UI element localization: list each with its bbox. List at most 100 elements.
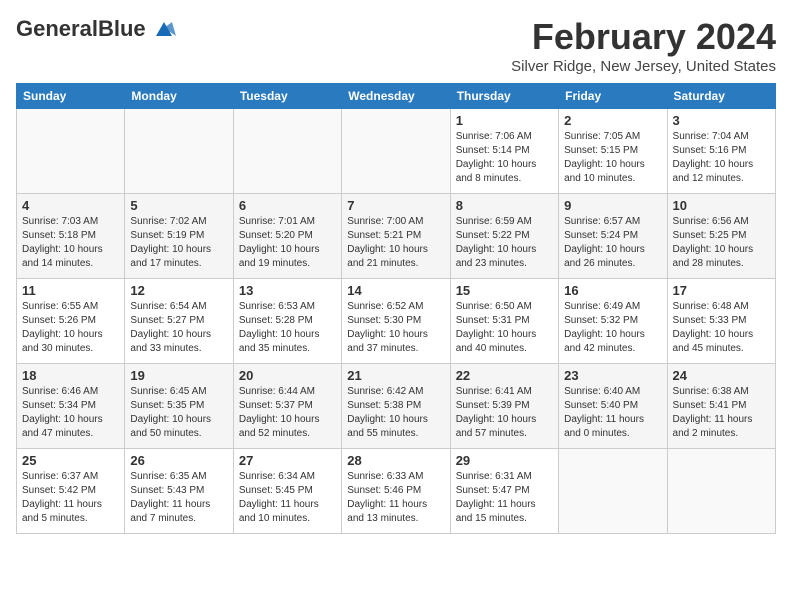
calendar-cell: 9 Sunrise: 6:57 AM Sunset: 5:24 PM Daylig… [559, 194, 667, 279]
day-number: 4 [22, 198, 119, 213]
day-number: 27 [239, 453, 336, 468]
calendar-cell: 8 Sunrise: 6:59 AM Sunset: 5:22 PM Daylig… [450, 194, 558, 279]
day-number: 6 [239, 198, 336, 213]
calendar-cell: 22 Sunrise: 6:41 AM Sunset: 5:39 PM Dayli… [450, 364, 558, 449]
day-number: 16 [564, 283, 661, 298]
calendar-cell: 11Sunrise: 6:55 AM Sunset: 5:26 PM Dayli… [17, 279, 125, 364]
calendar-cell [125, 109, 233, 194]
day-number: 29 [456, 453, 553, 468]
day-info: Sunrise: 6:40 AM Sunset: 5:40 PM Dayligh… [564, 385, 661, 441]
day-info: Sunrise: 6:50 AM Sunset: 5:31 PM Dayligh… [456, 300, 553, 356]
calendar-cell: 14 Sunrise: 6:52 AM Sunset: 5:30 PM Dayli… [342, 279, 450, 364]
weekday-header-monday: Monday [125, 84, 233, 109]
calendar-cell: 27 Sunrise: 6:34 AM Sunset: 5:45 PM Dayli… [233, 449, 341, 534]
logo-text: GeneralBlue [16, 16, 146, 42]
page-header: GeneralBlue February 2024 Silver Ridge, … [16, 16, 776, 75]
calendar-cell: 3Sunrise: 7:04 AM Sunset: 5:16 PM Daylig… [667, 109, 775, 194]
calendar-cell: 20 Sunrise: 6:44 AM Sunset: 5:37 PM Dayli… [233, 364, 341, 449]
day-info: Sunrise: 6:48 AM Sunset: 5:33 PM Dayligh… [673, 300, 770, 356]
day-number: 26 [130, 453, 227, 468]
day-info: Sunrise: 6:34 AM Sunset: 5:45 PM Dayligh… [239, 470, 336, 526]
day-number: 1 [456, 113, 553, 128]
weekday-header-tuesday: Tuesday [233, 84, 341, 109]
logo-icon [150, 18, 178, 40]
calendar-cell: 10 Sunrise: 6:56 AM Sunset: 5:25 PM Dayli… [667, 194, 775, 279]
day-info: Sunrise: 7:00 AM Sunset: 5:21 PM Dayligh… [347, 215, 444, 271]
calendar-cell: 4Sunrise: 7:03 AM Sunset: 5:18 PM Daylig… [17, 194, 125, 279]
day-number: 21 [347, 368, 444, 383]
day-info: Sunrise: 6:49 AM Sunset: 5:32 PM Dayligh… [564, 300, 661, 356]
day-number: 23 [564, 368, 661, 383]
day-info: Sunrise: 6:41 AM Sunset: 5:39 PM Dayligh… [456, 385, 553, 441]
calendar-cell: 6 Sunrise: 7:01 AM Sunset: 5:20 PM Daylig… [233, 194, 341, 279]
calendar-cell: 24Sunrise: 6:38 AM Sunset: 5:41 PM Dayli… [667, 364, 775, 449]
day-info: Sunrise: 6:46 AM Sunset: 5:34 PM Dayligh… [22, 385, 119, 441]
weekday-header-sunday: Sunday [17, 84, 125, 109]
calendar-cell: 16 Sunrise: 6:49 AM Sunset: 5:32 PM Dayli… [559, 279, 667, 364]
day-number: 3 [673, 113, 770, 128]
weekday-header-thursday: Thursday [450, 84, 558, 109]
day-info: Sunrise: 6:52 AM Sunset: 5:30 PM Dayligh… [347, 300, 444, 356]
day-info: Sunrise: 6:55 AM Sunset: 5:26 PM Dayligh… [22, 300, 119, 356]
calendar-cell: 26 Sunrise: 6:35 AM Sunset: 5:43 PM Dayli… [125, 449, 233, 534]
day-number: 24 [673, 368, 770, 383]
calendar-cell: 21Sunrise: 6:42 AM Sunset: 5:38 PM Dayli… [342, 364, 450, 449]
calendar-cell: 13Sunrise: 6:53 AM Sunset: 5:28 PM Dayli… [233, 279, 341, 364]
calendar-cell: 2Sunrise: 7:05 AM Sunset: 5:15 PM Daylig… [559, 109, 667, 194]
day-info: Sunrise: 7:02 AM Sunset: 5:19 PM Dayligh… [130, 215, 227, 271]
calendar-cell [667, 449, 775, 534]
calendar-cell: 17 Sunrise: 6:48 AM Sunset: 5:33 PM Dayli… [667, 279, 775, 364]
location-subtitle: Silver Ridge, New Jersey, United States [511, 58, 776, 75]
day-number: 15 [456, 283, 553, 298]
day-info: Sunrise: 6:45 AM Sunset: 5:35 PM Dayligh… [130, 385, 227, 441]
week-row-5: 25Sunrise: 6:37 AM Sunset: 5:42 PM Dayli… [17, 449, 776, 534]
weekday-header-wednesday: Wednesday [342, 84, 450, 109]
day-info: Sunrise: 6:44 AM Sunset: 5:37 PM Dayligh… [239, 385, 336, 441]
day-number: 10 [673, 198, 770, 213]
day-number: 19 [130, 368, 227, 383]
day-number: 7 [347, 198, 444, 213]
day-number: 14 [347, 283, 444, 298]
day-number: 28 [347, 453, 444, 468]
calendar-cell: 28 Sunrise: 6:33 AM Sunset: 5:46 PM Dayli… [342, 449, 450, 534]
day-number: 13 [239, 283, 336, 298]
calendar-cell: 25Sunrise: 6:37 AM Sunset: 5:42 PM Dayli… [17, 449, 125, 534]
day-info: Sunrise: 6:54 AM Sunset: 5:27 PM Dayligh… [130, 300, 227, 356]
calendar-cell [559, 449, 667, 534]
day-info: Sunrise: 7:01 AM Sunset: 5:20 PM Dayligh… [239, 215, 336, 271]
day-number: 5 [130, 198, 227, 213]
calendar-cell: 19 Sunrise: 6:45 AM Sunset: 5:35 PM Dayli… [125, 364, 233, 449]
day-number: 12 [130, 283, 227, 298]
day-number: 22 [456, 368, 553, 383]
day-number: 20 [239, 368, 336, 383]
day-info: Sunrise: 6:33 AM Sunset: 5:46 PM Dayligh… [347, 470, 444, 526]
calendar-cell [17, 109, 125, 194]
day-number: 2 [564, 113, 661, 128]
calendar-cell: 12 Sunrise: 6:54 AM Sunset: 5:27 PM Dayli… [125, 279, 233, 364]
calendar-cell: 23 Sunrise: 6:40 AM Sunset: 5:40 PM Dayli… [559, 364, 667, 449]
day-info: Sunrise: 6:35 AM Sunset: 5:43 PM Dayligh… [130, 470, 227, 526]
day-number: 9 [564, 198, 661, 213]
day-info: Sunrise: 6:37 AM Sunset: 5:42 PM Dayligh… [22, 470, 119, 526]
calendar-cell [233, 109, 341, 194]
day-info: Sunrise: 6:31 AM Sunset: 5:47 PM Dayligh… [456, 470, 553, 526]
calendar-cell: 5 Sunrise: 7:02 AM Sunset: 5:19 PM Daylig… [125, 194, 233, 279]
day-info: Sunrise: 6:59 AM Sunset: 5:22 PM Dayligh… [456, 215, 553, 271]
calendar-cell: 15 Sunrise: 6:50 AM Sunset: 5:31 PM Dayli… [450, 279, 558, 364]
day-number: 17 [673, 283, 770, 298]
calendar-table: SundayMondayTuesdayWednesdayThursdayFrid… [16, 83, 776, 534]
day-info: Sunrise: 6:57 AM Sunset: 5:24 PM Dayligh… [564, 215, 661, 271]
week-row-1: 1 Sunrise: 7:06 AM Sunset: 5:14 PM Daylig… [17, 109, 776, 194]
title-block: February 2024 Silver Ridge, New Jersey, … [511, 16, 776, 75]
day-number: 8 [456, 198, 553, 213]
calendar-cell: 18Sunrise: 6:46 AM Sunset: 5:34 PM Dayli… [17, 364, 125, 449]
day-info: Sunrise: 7:06 AM Sunset: 5:14 PM Dayligh… [456, 130, 553, 186]
weekday-header-row: SundayMondayTuesdayWednesdayThursdayFrid… [17, 84, 776, 109]
weekday-header-friday: Friday [559, 84, 667, 109]
calendar-cell [342, 109, 450, 194]
calendar-cell: 1 Sunrise: 7:06 AM Sunset: 5:14 PM Daylig… [450, 109, 558, 194]
day-info: Sunrise: 6:56 AM Sunset: 5:25 PM Dayligh… [673, 215, 770, 271]
week-row-3: 11Sunrise: 6:55 AM Sunset: 5:26 PM Dayli… [17, 279, 776, 364]
week-row-4: 18Sunrise: 6:46 AM Sunset: 5:34 PM Dayli… [17, 364, 776, 449]
month-title: February 2024 [511, 16, 776, 58]
